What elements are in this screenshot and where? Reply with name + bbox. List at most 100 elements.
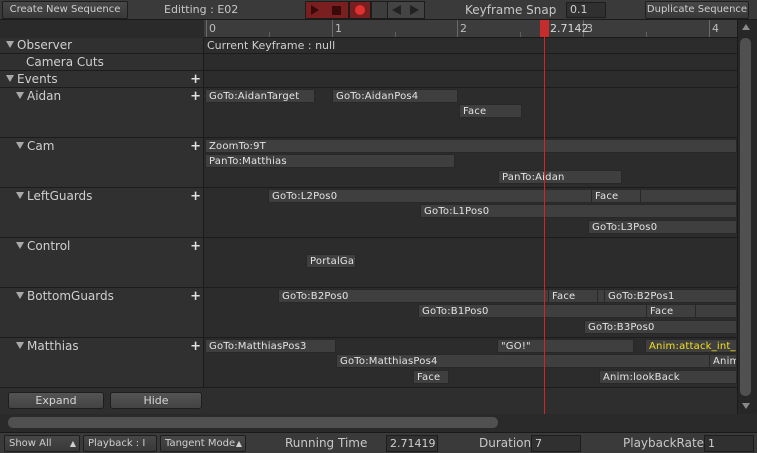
step-forward-icon bbox=[410, 5, 419, 15]
create-new-sequence-button[interactable]: Create New Sequence bbox=[2, 1, 128, 19]
add-event-icon[interactable]: + bbox=[190, 88, 201, 105]
timeline-ruler[interactable]: 0 1 2 3 4 2.7142 bbox=[204, 20, 737, 38]
tangent-mode-dropdown[interactable]: Tangent Mode ▲︎ bbox=[160, 435, 246, 452]
step-buttons[interactable] bbox=[387, 1, 425, 19]
tree-item-observer[interactable]: Observer bbox=[0, 37, 204, 54]
tree-item-label: Observer bbox=[17, 38, 73, 52]
expand-triangle-icon[interactable] bbox=[6, 75, 14, 82]
playhead-time-label: 2.7142 bbox=[550, 22, 589, 35]
ruler-minor-tick bbox=[269, 32, 270, 37]
ruler-minor-tick bbox=[646, 32, 647, 37]
add-event-icon[interactable]: + bbox=[190, 188, 201, 205]
duration-field[interactable]: 7 bbox=[531, 435, 581, 452]
tree-item-label: Control bbox=[27, 239, 71, 253]
keyframe-snap-field[interactable]: 0.1 bbox=[566, 2, 606, 18]
dropdown-label: Tangent Mode bbox=[165, 438, 236, 449]
add-event-icon[interactable]: + bbox=[190, 71, 201, 88]
add-event-icon[interactable]: + bbox=[190, 238, 201, 255]
event-clip[interactable]: Anim:lookBack bbox=[599, 370, 737, 384]
tree-item-aidan[interactable]: Aidan + bbox=[0, 88, 204, 105]
stop-icon bbox=[332, 6, 341, 15]
play-icon bbox=[311, 5, 319, 15]
tree-item-bottomguards[interactable]: BottomGuards + bbox=[0, 288, 204, 305]
event-clip[interactable]: Face bbox=[413, 370, 449, 384]
tree-item-cam[interactable]: Cam + bbox=[0, 138, 204, 155]
event-clip[interactable]: GoTo:AidanPos4 bbox=[332, 89, 458, 103]
scroll-down-icon[interactable] bbox=[742, 403, 750, 409]
expand-triangle-icon[interactable] bbox=[16, 142, 24, 149]
duration-label: Duration bbox=[479, 436, 532, 450]
event-clip[interactable]: GoTo:L1Pos0 bbox=[420, 204, 737, 218]
event-clip[interactable]: GoTo:L3Pos0 bbox=[588, 220, 737, 234]
event-clip[interactable]: Face bbox=[459, 104, 522, 118]
horizontal-scrollbar-thumb[interactable] bbox=[8, 417, 498, 428]
dropdown-arrow-icon: ▲︎ bbox=[69, 439, 76, 448]
event-clip[interactable]: GoTo:AidanTarget bbox=[205, 89, 315, 103]
expand-triangle-icon[interactable] bbox=[16, 292, 24, 299]
ruler-tick bbox=[457, 20, 458, 37]
ruler-tick-label: 2 bbox=[460, 22, 467, 35]
event-clip[interactable]: GoTo:MatthiasPos3 bbox=[205, 339, 336, 353]
running-time-field[interactable]: 2.71419 bbox=[386, 435, 438, 452]
tree-item-camera-cuts[interactable]: Camera Cuts bbox=[0, 54, 204, 71]
expand-triangle-icon[interactable] bbox=[16, 192, 24, 199]
scroll-up-icon[interactable] bbox=[742, 24, 750, 30]
playhead-line[interactable] bbox=[544, 20, 545, 414]
tree-item-events[interactable]: Events + bbox=[0, 71, 204, 88]
keyframe-snap-label: Keyframe Snap bbox=[465, 3, 557, 17]
tree-item-label: Aidan bbox=[27, 89, 62, 103]
play-button[interactable] bbox=[305, 1, 349, 19]
tree-item-control[interactable]: Control + bbox=[0, 238, 204, 255]
dropdown-label: Show All bbox=[9, 438, 52, 449]
add-event-icon[interactable]: + bbox=[190, 338, 201, 355]
ruler-minor-tick bbox=[395, 32, 396, 37]
event-clip[interactable]: PanTo:Aidan bbox=[498, 170, 622, 184]
ruler-tick-label: 0 bbox=[209, 22, 216, 35]
playback-rate-field[interactable]: 1 bbox=[704, 435, 754, 452]
event-clip[interactable]: Face bbox=[591, 189, 641, 203]
event-clip[interactable]: Anim bbox=[709, 354, 737, 368]
tree-item-label: Events bbox=[17, 72, 58, 86]
event-clip[interactable]: PanTo:Matthias bbox=[205, 154, 455, 168]
vertical-scrollbar-thumb[interactable] bbox=[740, 38, 751, 396]
event-clip[interactable]: Face bbox=[646, 304, 696, 318]
ruler-tick-label: 1 bbox=[335, 22, 342, 35]
add-event-icon[interactable]: + bbox=[190, 288, 201, 305]
record-icon bbox=[355, 5, 365, 15]
tree-item-label: Cam bbox=[27, 139, 55, 153]
dropdown-label: Playback : I bbox=[88, 438, 146, 449]
add-event-icon[interactable]: + bbox=[190, 138, 201, 155]
ruler-tick-label: 4 bbox=[712, 22, 719, 35]
event-clip[interactable]: GoTo:MatthiasPos4 bbox=[336, 354, 737, 368]
record-button[interactable] bbox=[349, 1, 371, 19]
tree-item-label: LeftGuards bbox=[27, 189, 93, 203]
event-clip[interactable]: GoTo:B3Pos0 bbox=[584, 320, 737, 334]
event-clip[interactable]: GoTo:L2Pos0 bbox=[268, 189, 737, 203]
current-keyframe-label: Current Keyframe : null bbox=[207, 39, 336, 52]
editing-label: Editting : E02 bbox=[164, 3, 239, 16]
event-clip[interactable]: ZoomTo:9T bbox=[205, 139, 737, 153]
duplicate-sequence-button[interactable]: Duplicate Sequence bbox=[645, 1, 749, 19]
tree-item-leftguards[interactable]: LeftGuards + bbox=[0, 188, 204, 205]
expand-triangle-icon[interactable] bbox=[16, 342, 24, 349]
step-back-icon bbox=[392, 5, 401, 15]
running-time-label: Running Time bbox=[285, 436, 368, 450]
tree-item-matthias[interactable]: Matthias + bbox=[0, 338, 204, 355]
expand-button[interactable]: Expand bbox=[8, 392, 104, 409]
expand-triangle-icon[interactable] bbox=[16, 242, 24, 249]
expand-triangle-icon[interactable] bbox=[16, 92, 24, 99]
expand-triangle-icon[interactable] bbox=[6, 41, 14, 48]
ruler-tick bbox=[332, 20, 333, 37]
tree-item-label: Camera Cuts bbox=[26, 55, 104, 69]
hide-button[interactable]: Hide bbox=[110, 392, 202, 409]
show-all-dropdown[interactable]: Show All ▲︎ bbox=[4, 435, 80, 452]
event-clip[interactable]: "GO!" bbox=[497, 339, 634, 353]
event-clip[interactable]: PortalGate.Open bbox=[306, 254, 356, 268]
event-clip[interactable]: GoTo:B2Pos1 bbox=[604, 289, 737, 303]
playhead-handle[interactable] bbox=[540, 20, 549, 37]
playback-dropdown[interactable]: Playback : I bbox=[83, 435, 157, 452]
ruler-tick bbox=[709, 20, 710, 37]
event-clip-selected[interactable]: Anim:attack_int_ bbox=[645, 339, 737, 353]
event-clip[interactable]: Face bbox=[548, 289, 598, 303]
dropdown-arrow-icon: ▲︎ bbox=[235, 439, 242, 448]
